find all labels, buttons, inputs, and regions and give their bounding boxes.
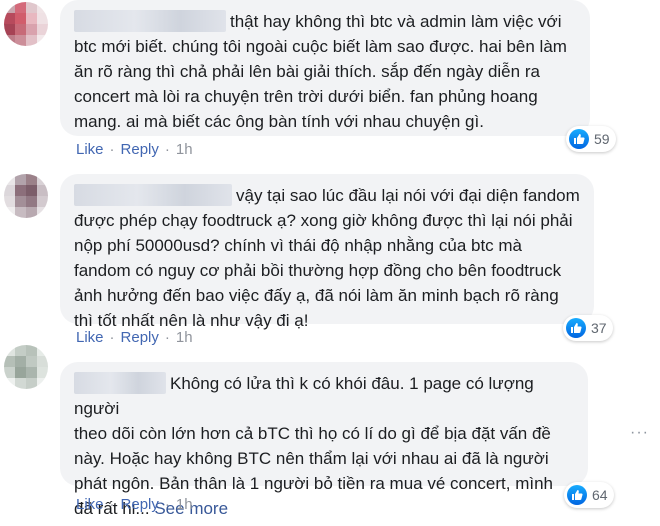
avatar[interactable]	[4, 345, 48, 389]
like-link[interactable]: Like	[76, 141, 104, 158]
reply-link[interactable]: Reply	[121, 496, 159, 513]
timestamp[interactable]: 1h	[176, 141, 193, 158]
comment-text: vậy tại sao lúc đầu lại nói với đại diện…	[74, 184, 580, 330]
separator-dot: ·	[164, 329, 170, 346]
avatar[interactable]	[4, 2, 48, 46]
reaction-count: 59	[594, 131, 610, 147]
timestamp[interactable]: 1h	[176, 496, 193, 513]
reaction-count-badge[interactable]: 64	[564, 482, 614, 508]
comment-bubble: Không có lửa thì k có khói đâu. 1 page c…	[60, 362, 588, 518]
like-thumb-icon	[567, 485, 587, 505]
like-link[interactable]: Like	[76, 329, 104, 346]
comment-text: thật hay không thì btc và admin làm việc…	[74, 10, 567, 131]
separator-dot: ·	[109, 329, 115, 346]
comment-actions: Like · Reply · 1h	[76, 329, 193, 346]
reaction-count-badge[interactable]: 59	[566, 126, 616, 152]
comment-bubble: vậy tại sao lúc đầu lại nói với đại diện…	[60, 174, 594, 330]
commenter-name-blurred[interactable]	[74, 10, 226, 32]
like-link[interactable]: Like	[76, 496, 104, 513]
separator-dot: ·	[109, 496, 115, 513]
separator-dot: ·	[164, 496, 170, 513]
commenter-name-blurred[interactable]	[74, 184, 232, 206]
commenter-name-blurred[interactable]	[74, 372, 166, 394]
more-options-icon[interactable]: ···	[630, 424, 649, 442]
like-thumb-icon	[566, 318, 586, 338]
comment-actions: Like · Reply · 1h	[76, 141, 193, 158]
separator-dot: ·	[164, 141, 170, 158]
avatar[interactable]	[4, 174, 48, 218]
timestamp[interactable]: 1h	[176, 329, 193, 346]
comment-actions: Like · Reply · 1h	[76, 496, 193, 513]
reaction-count-badge[interactable]: 37	[563, 315, 613, 341]
like-thumb-icon	[569, 129, 589, 149]
reply-link[interactable]: Reply	[121, 141, 159, 158]
reaction-count: 64	[592, 487, 608, 503]
separator-dot: ·	[109, 141, 115, 158]
reply-link[interactable]: Reply	[121, 329, 159, 346]
reaction-count: 37	[591, 320, 607, 336]
comment-bubble: thật hay không thì btc và admin làm việc…	[60, 0, 590, 136]
